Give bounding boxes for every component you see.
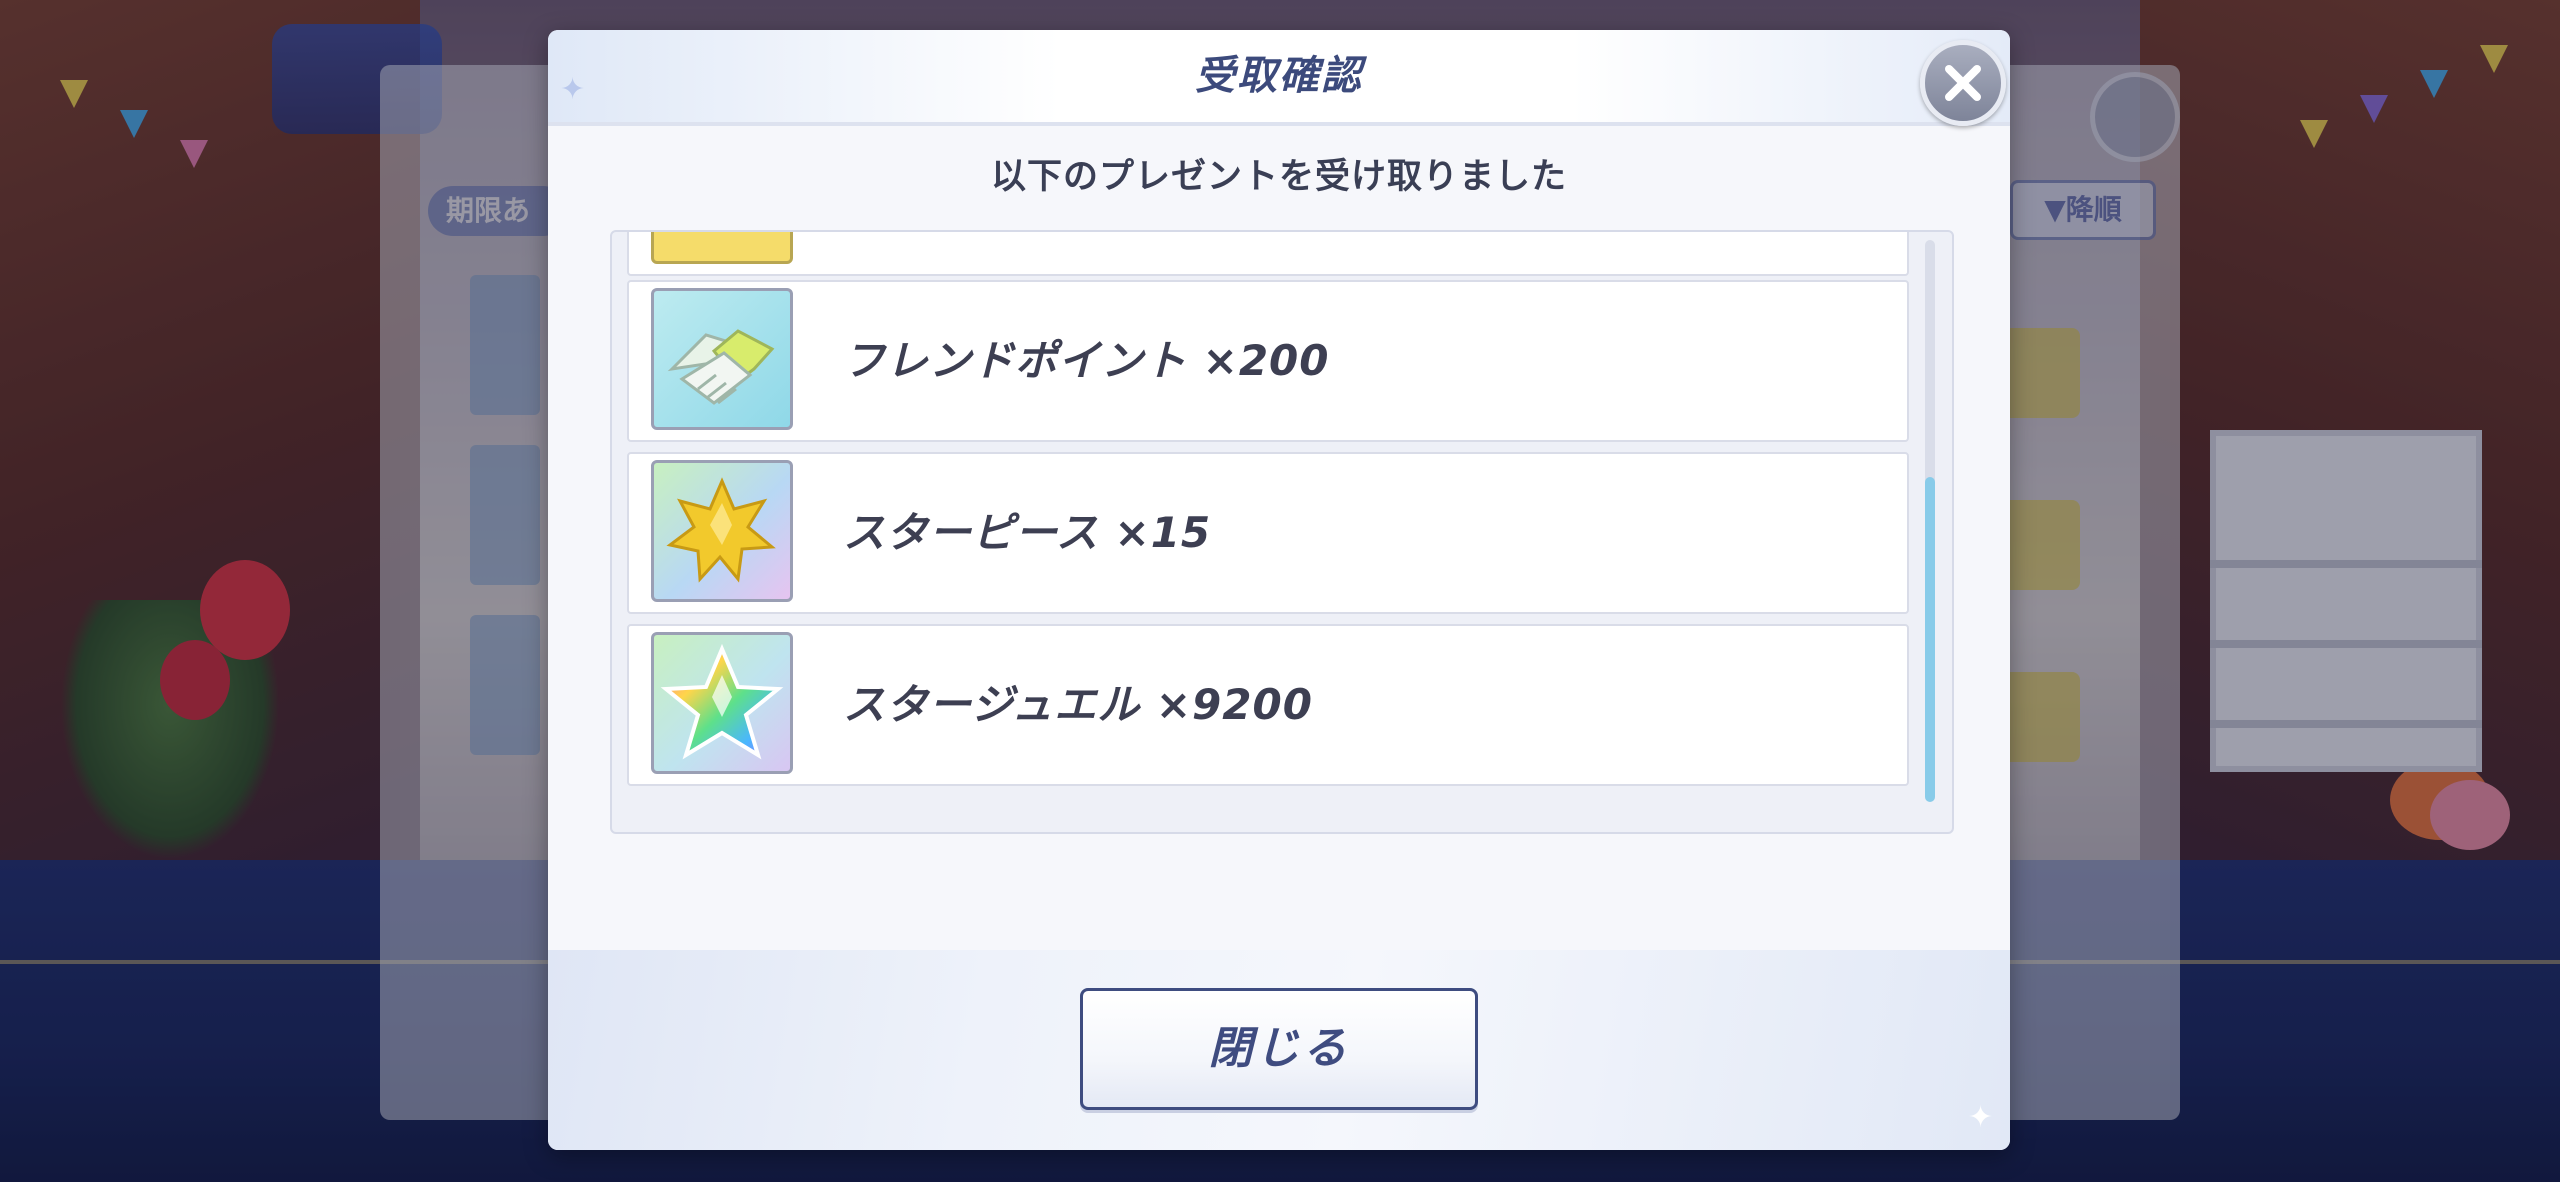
x-icon — [1945, 65, 1981, 101]
item-label: スタージュエル ×9200 — [843, 680, 1313, 729]
received-message: 以下のプレゼントを受け取りました — [990, 157, 1567, 197]
star-jewel-icon — [651, 632, 793, 774]
close-icon[interactable] — [1920, 40, 2006, 126]
sparkle-icon: ✦ — [1968, 1100, 1994, 1135]
item-thumbnail — [651, 232, 793, 264]
handshake-icon — [651, 288, 793, 430]
receive-confirm-dialog: ✦ 受取確認 以下のプレゼントを受け取りました フレンドポイント ×200 スタ… — [548, 30, 2010, 1150]
reward-list[interactable]: フレンドポイント ×200 スターピース ×15 スタージュエル ×9200 — [610, 230, 1954, 834]
list-item-partial — [627, 232, 1909, 276]
list-item: スターピース ×15 — [627, 452, 1909, 614]
scrollbar-thumb[interactable] — [1925, 477, 1935, 802]
item-label: フレンドポイント ×200 — [843, 336, 1330, 385]
list-item: フレンドポイント ×200 — [627, 280, 1909, 442]
star-piece-icon — [651, 460, 793, 602]
close-button-label: 閉じる — [1208, 1023, 1350, 1074]
item-label: スターピース ×15 — [843, 508, 1212, 557]
list-item: スタージュエル ×9200 — [627, 624, 1909, 786]
dialog-title: 受取確認 — [1195, 53, 1363, 99]
close-button[interactable]: 閉じる — [1080, 988, 1478, 1110]
